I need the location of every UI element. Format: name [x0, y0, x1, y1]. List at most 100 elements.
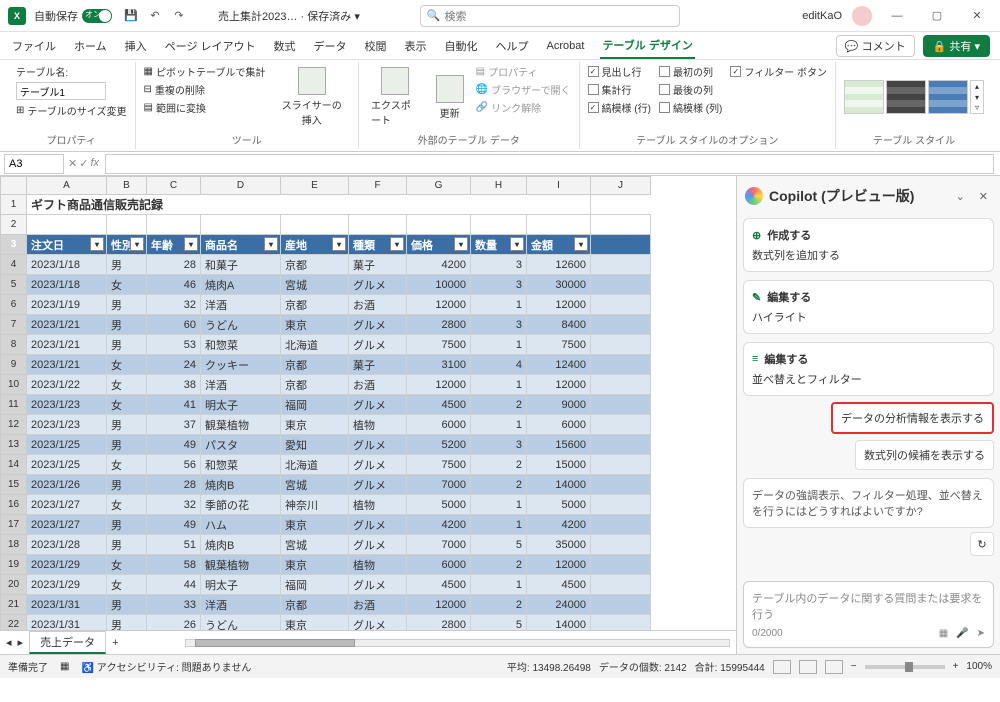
cell[interactable]: 2023/1/31: [27, 615, 107, 631]
cell[interactable]: 2023/1/21: [27, 355, 107, 375]
cell[interactable]: 12000: [527, 375, 591, 395]
row-header-15[interactable]: 15: [1, 475, 27, 495]
cell[interactable]: 12000: [407, 595, 471, 615]
cell[interactable]: 宮城: [281, 475, 349, 495]
cell[interactable]: 男: [107, 295, 147, 315]
cell[interactable]: 焼肉B: [201, 535, 281, 555]
zoom-slider[interactable]: [865, 665, 945, 669]
cell[interactable]: 7500: [527, 335, 591, 355]
cell[interactable]: 東京: [281, 415, 349, 435]
cell[interactable]: 北海道: [281, 455, 349, 475]
row-header-12[interactable]: 12: [1, 415, 27, 435]
ribbon-tab-11[interactable]: テーブル デザイン: [600, 33, 694, 59]
cell[interactable]: 男: [107, 615, 147, 631]
filter-dropdown-icon[interactable]: ▾: [90, 237, 104, 251]
table-header-8[interactable]: 金額▾: [527, 235, 591, 255]
cell[interactable]: 東京: [281, 615, 349, 631]
send-icon[interactable]: ➤: [977, 628, 985, 639]
cell[interactable]: 4: [471, 355, 527, 375]
cell[interactable]: 福岡: [281, 575, 349, 595]
cell[interactable]: 3: [471, 255, 527, 275]
cell[interactable]: 2023/1/23: [27, 395, 107, 415]
cell[interactable]: グルメ: [349, 335, 407, 355]
collapse-icon[interactable]: ⌄: [952, 190, 969, 203]
cell[interactable]: 東京: [281, 515, 349, 535]
ribbon-tab-9[interactable]: ヘルプ: [494, 34, 531, 58]
last-col-check[interactable]: 最後の列: [659, 82, 722, 97]
cell[interactable]: 京都: [281, 255, 349, 275]
cell[interactable]: 2023/1/21: [27, 335, 107, 355]
col-header-A[interactable]: A: [27, 177, 107, 195]
pivot-button[interactable]: ▦ ピボットテーブルで集計: [144, 64, 266, 79]
cell[interactable]: 男: [107, 435, 147, 455]
row-header-4[interactable]: 4: [1, 255, 27, 275]
cell[interactable]: 4500: [407, 395, 471, 415]
cell[interactable]: 41: [147, 395, 201, 415]
cell[interactable]: 2023/1/26: [27, 475, 107, 495]
table-name-input[interactable]: [16, 82, 106, 100]
cell[interactable]: 10000: [407, 275, 471, 295]
minimize-icon[interactable]: —: [882, 4, 912, 28]
name-box[interactable]: [4, 154, 64, 174]
add-sheet-button[interactable]: +: [112, 637, 118, 649]
col-header-E[interactable]: E: [281, 177, 349, 195]
cell[interactable]: 1: [471, 375, 527, 395]
close-pane-icon[interactable]: ✕: [975, 190, 992, 203]
filter-dropdown-icon[interactable]: ▾: [332, 237, 346, 251]
row-header-3[interactable]: 3: [1, 235, 27, 255]
cell[interactable]: 明太子: [201, 575, 281, 595]
sheet-title[interactable]: ギフト商品通信販売記録: [27, 195, 591, 215]
col-header-C[interactable]: C: [147, 177, 201, 195]
accessibility-status[interactable]: ♿ アクセシビリティ: 問題ありません: [81, 659, 251, 674]
cell[interactable]: 京都: [281, 355, 349, 375]
cell[interactable]: 1: [471, 415, 527, 435]
cell[interactable]: 菓子: [349, 255, 407, 275]
total-row-check[interactable]: 集計行: [588, 82, 651, 97]
cell[interactable]: 男: [107, 595, 147, 615]
cell[interactable]: 33: [147, 595, 201, 615]
cell[interactable]: 福岡: [281, 395, 349, 415]
macro-icon[interactable]: ▦: [60, 661, 69, 672]
copilot-edit2-card[interactable]: ≡編集する 並べ替えとフィルター: [743, 342, 994, 396]
cell[interactable]: 8400: [527, 315, 591, 335]
share-button[interactable]: 🔒 共有 ▾: [923, 35, 990, 57]
col-header-J[interactable]: J: [591, 177, 651, 195]
cell[interactable]: 植物: [349, 495, 407, 515]
cell[interactable]: 24000: [527, 595, 591, 615]
table-header-1[interactable]: 性別▾: [107, 235, 147, 255]
table-header-2[interactable]: 年齢▾: [147, 235, 201, 255]
cell[interactable]: パスタ: [201, 435, 281, 455]
cell[interactable]: 京都: [281, 375, 349, 395]
comments-button[interactable]: 💬 コメント: [836, 35, 915, 57]
cell[interactable]: 14000: [527, 475, 591, 495]
cell[interactable]: 12400: [527, 355, 591, 375]
slicer-button[interactable]: スライサーの挿入: [273, 64, 350, 130]
cell[interactable]: 2023/1/18: [27, 255, 107, 275]
cell[interactable]: 30000: [527, 275, 591, 295]
cell[interactable]: 3: [471, 435, 527, 455]
cell[interactable]: ハム: [201, 515, 281, 535]
cell[interactable]: 和菓子: [201, 255, 281, 275]
tab-nav-prev[interactable]: ◂: [6, 636, 12, 649]
cell[interactable]: お酒: [349, 375, 407, 395]
table-style-gallery[interactable]: ▴▾▿: [844, 64, 984, 130]
table-header-0[interactable]: 注文日▾: [27, 235, 107, 255]
cell[interactable]: 女: [107, 275, 147, 295]
cell[interactable]: 3: [471, 275, 527, 295]
copilot-question[interactable]: データの強調表示、フィルター処理、並べ替えを行うにはどうすればよいですか?: [743, 478, 994, 528]
cell[interactable]: 焼肉A: [201, 275, 281, 295]
cell[interactable]: 2: [471, 595, 527, 615]
col-header-B[interactable]: B: [107, 177, 147, 195]
copilot-suggestion-2[interactable]: 数式列の候補を表示する: [855, 440, 994, 470]
cell[interactable]: 東京: [281, 555, 349, 575]
cell[interactable]: 7500: [407, 335, 471, 355]
cell[interactable]: 32: [147, 295, 201, 315]
row-header-14[interactable]: 14: [1, 455, 27, 475]
filter-dropdown-icon[interactable]: ▾: [510, 237, 524, 251]
filter-button-check[interactable]: フィルター ボタン: [730, 64, 827, 79]
row-header-17[interactable]: 17: [1, 515, 27, 535]
row-header-6[interactable]: 6: [1, 295, 27, 315]
cell[interactable]: うどん: [201, 315, 281, 335]
cell[interactable]: 7500: [407, 455, 471, 475]
filter-dropdown-icon[interactable]: ▾: [184, 237, 198, 251]
